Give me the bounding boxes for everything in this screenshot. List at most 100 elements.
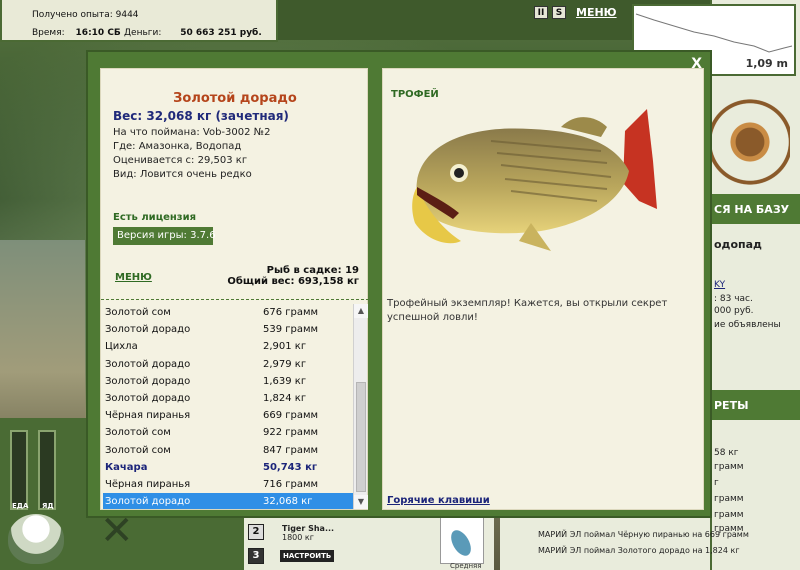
experience-value: 9444 [115,10,139,20]
fish-weight-cell: 50,743 кг [263,461,318,473]
catch-log [500,512,710,570]
slot-3-button[interactable]: 3 [248,548,264,564]
ship-wheel-icon[interactable] [710,92,790,192]
fish-name: Золотой дорадо [105,392,191,404]
record-1: 58 кг [714,448,739,458]
go-to-base-header[interactable]: СЯ НА БАЗУ [712,194,800,224]
scroll-thumb[interactable] [356,382,366,492]
record-4: грамм [714,494,744,504]
fish-weight-cell: 1,824 кг [263,392,307,404]
fish-weight: Вес: 32,068 кг (зачетная) [113,109,289,123]
fish-weight-cell: 1,639 кг [263,375,307,387]
list-item[interactable]: Цихла 2,901 кг [103,338,353,355]
time-value: 16:10 СБ [75,28,121,38]
catch-info-pane: Золотой дорадо Вес: 32,068 кг (зачетная)… [100,68,369,510]
list-item[interactable]: Чёрная пиранья 669 грамм [103,407,353,424]
list-item[interactable]: Золотой сом 922 грамм [103,424,353,441]
log-line-2: МАРИЙ ЭЛ поймал Золотого дорадо на 1,824… [538,546,740,555]
fish-name: Золотой дорадо [105,358,191,370]
keepnet-list[interactable]: Золотой сом 676 грамм Золотой дорадо 539 гр… [103,304,353,509]
list-item[interactable]: Золотой дорадо 1,639 кг [103,373,353,390]
right-line-3: ие объявлены [714,320,781,330]
list-item[interactable]: Золотой дорадо 539 грамм [103,321,353,338]
money-value: 50 663 251 руб. [180,28,262,38]
fish-weight-cell: 676 грамм [263,307,319,318]
rod-info: Tiger Sha... 1800 кг [282,524,334,542]
list-item[interactable]: Золотой дорадо 2,979 кг [103,356,353,373]
configure-button[interactable]: НАСТРОИТЬ [280,550,335,562]
location-name: одопад [714,238,762,251]
license-status: Есть лицензия [113,212,197,223]
divider [101,299,369,300]
fish-weight-cell: 2,901 кг [263,341,307,353]
lure-icon[interactable] [440,516,484,564]
fish-weight-cell: 922 грамм [263,427,319,439]
list-item[interactable]: Золотой сом 847 грамм [103,442,353,459]
pause-button[interactable]: II [534,6,548,19]
version-value: 3.7.6 [190,230,216,241]
list-scrollbar[interactable]: ▲ ▼ [353,304,368,509]
fish-weight-cell: 847 грамм [263,444,319,456]
fish-name: Чёрная пиранья [105,410,191,422]
lure-size: Средняя [450,562,482,570]
keepnet-summary: Рыб в садке: 19 Общий вес: 693,158 кг [227,265,359,287]
money-row: Деньги: 50 663 251 руб. [124,28,262,38]
depth-value: 1,09 m [745,57,788,70]
experience-row: Получено опыта: 9444 [32,10,139,20]
fish-name: Цихла [105,341,138,353]
list-item[interactable]: Качара 50,743 кг [103,459,353,476]
fish-weight-cell: 669 грамм [263,410,319,422]
fish-name: Золотой дорадо [105,375,191,387]
sound-button[interactable]: S [552,6,566,19]
record-2: грамм [714,462,744,472]
experience-label: Получено опыта: [32,10,113,20]
fish-name: Золотой сом [105,427,171,439]
caught-on: На что поймана: Vob-3002 №2 [113,127,271,138]
main-menu-button[interactable]: МЕНЮ [576,6,617,19]
status-panel: Получено опыта: 9444 Время: 16:10 СБ Ден… [0,0,278,42]
keepnet-weight: Общий вес: 693,158 кг [227,276,359,287]
log-line-1: МАРИЙ ЭЛ поймал Чёрную пиранью на 669 гр… [538,530,749,539]
secrets-header[interactable]: РЕТЫ [712,390,800,420]
trophy-message: Трофейный экземпляр! Кажется, вы открыли… [387,298,668,323]
food-gauge [10,430,28,510]
time-row: Время: 16:10 СБ [32,28,121,38]
record-5: грамм [714,510,744,520]
fish-weight-cell: 2,979 кг [263,358,307,370]
fish-name: Чёрная пиранья [105,478,191,490]
keepnet-count: Рыб в садке: 19 [266,265,359,276]
money-label: Деньги: [124,28,162,38]
record-3: г [714,478,719,488]
scroll-up-icon[interactable]: ▲ [354,304,368,318]
golden-dorado-image [412,109,657,251]
list-item[interactable]: Золотой дорадо 1,824 кг [103,390,353,407]
rod-name: Tiger Sha... [282,524,335,533]
poison-gauge-label: ЯД [42,502,54,510]
food-gauge-label: ЕДА [12,502,29,510]
hotkeys-link[interactable]: Горячие клавиши [387,495,490,506]
location-link[interactable]: KY [714,280,725,290]
right-line-2: 000 руб. [714,306,754,316]
pot-icon[interactable] [8,514,64,564]
fish-weight-cell: 32,068 кг [263,496,313,508]
fish-name: Золотой сом [105,307,171,318]
time-label: Время: [32,28,65,38]
fish-name: Качара [105,461,148,473]
list-item[interactable]: Чёрная пиранья 716 грамм [103,476,353,493]
version-badge: Версия игры: 3.7.6 [113,227,216,245]
fish-name: Золотой дорадо [105,496,191,508]
list-item[interactable]: Золотой дорадо 32,068 кг [103,493,353,509]
right-info-panel: СЯ НА БАЗУ одопад KY : 83 час. 000 руб. … [710,0,800,570]
scroll-down-icon[interactable]: ▼ [354,495,368,509]
catch-location: Где: Амазонка, Водопад [113,141,242,152]
fish-weight-cell: 716 грамм [263,478,319,490]
trophy-pane: ТРОФЕЙ Трофейный экземпляр! Кажется, вы … [382,68,704,510]
list-item[interactable]: Золотой сом 676 грамм [103,304,353,321]
slot-2-button[interactable]: 2 [248,524,264,540]
dialog-menu-link[interactable]: МЕНЮ [115,272,152,283]
catch-dialog: X Золотой дорадо Вес: 32,068 кг (зачетна… [86,50,712,518]
valued-from: Оценивается с: 29,503 кг [113,155,248,166]
fish-title: Золотой дорадо [173,91,297,106]
lure-icon-shape [451,530,471,556]
top-controls: II S МЕНЮ [534,6,617,19]
